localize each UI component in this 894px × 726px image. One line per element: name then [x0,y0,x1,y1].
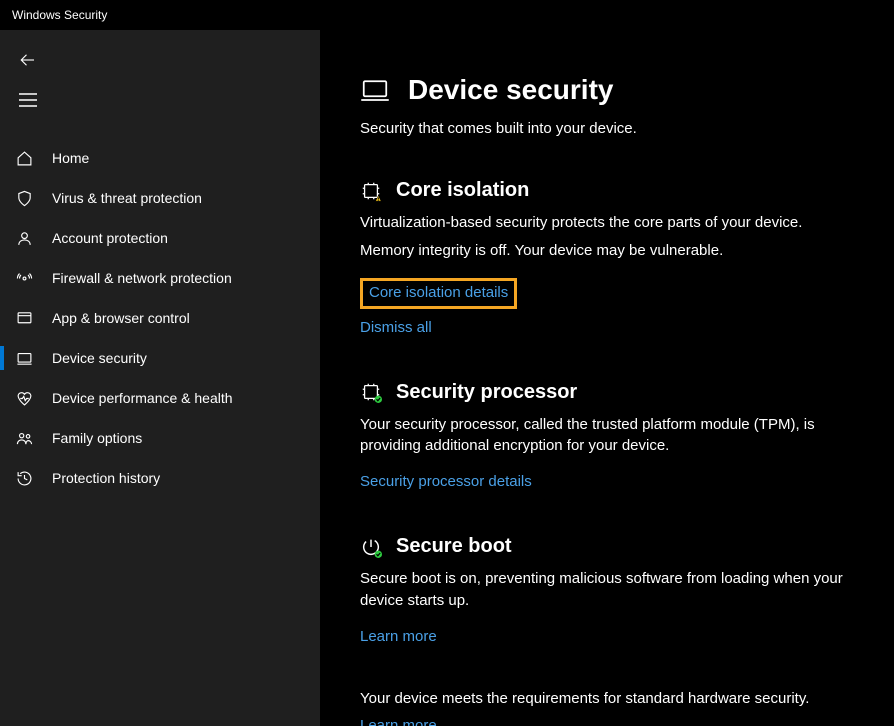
app-browser-icon [16,310,40,327]
family-icon [16,430,40,447]
sidebar-item-history[interactable]: Protection history [0,458,320,498]
back-button[interactable] [6,40,50,80]
device-security-icon [360,75,390,105]
sidebar-item-app-browser[interactable]: App & browser control [0,298,320,338]
page-title: Device security [408,74,613,106]
link-footer-learn-more[interactable]: Learn more [360,717,437,726]
sidebar-top [0,40,320,120]
power-ok-icon [360,536,382,558]
section-body: Memory integrity is off. Your device may… [360,240,854,262]
sidebar-item-virus[interactable]: Virus & threat protection [0,178,320,218]
hamburger-icon [19,93,37,107]
sidebar-item-label: Device security [52,350,147,366]
footer-note: Your device meets the requirements for s… [360,690,854,707]
sidebar-item-home[interactable]: Home [0,138,320,178]
sidebar-item-device-security[interactable]: Device security [0,338,320,378]
sidebar-item-account[interactable]: Account protection [0,218,320,258]
page-header: Device security [360,74,854,106]
sidebar-nav: Home Virus & threat protection Acco [0,138,320,498]
sidebar-item-firewall[interactable]: Firewall & network protection [0,258,320,298]
sidebar: Home Virus & threat protection Acco [0,30,320,726]
sidebar-item-label: Firewall & network protection [52,270,232,286]
page-subtitle: Security that comes built into your devi… [360,120,854,137]
sidebar-item-label: Account protection [52,230,168,246]
home-icon [16,150,40,167]
processor-ok-icon [360,381,382,403]
sidebar-item-label: Protection history [52,470,160,486]
app-title: Windows Security [12,8,107,22]
section-title: Core isolation [396,179,529,202]
link-core-isolation-details[interactable]: Core isolation details [369,284,508,301]
back-arrow-icon [19,51,37,69]
device-security-icon [16,350,40,367]
highlight-box: Core isolation details [360,278,517,309]
sidebar-item-label: App & browser control [52,310,190,326]
workspace: Home Virus & threat protection Acco [0,30,894,726]
section-secure-boot: Secure boot Secure boot is on, preventin… [360,535,854,646]
sidebar-item-label: Device performance & health [52,390,233,406]
processor-warning-icon [360,180,382,202]
section-body: Your security processor, called the trus… [360,414,854,458]
section-title: Secure boot [396,535,512,558]
person-icon [16,230,40,247]
section-core-isolation: Core isolation Virtualization-based secu… [360,179,854,337]
main-content: Device security Security that comes buil… [320,30,894,726]
section-title: Security processor [396,381,577,404]
network-icon [16,270,40,287]
history-icon [16,470,40,487]
titlebar: Windows Security [0,0,894,30]
sidebar-item-label: Virus & threat protection [52,190,202,206]
section-footer: Your device meets the requirements for s… [360,690,854,726]
link-secure-boot-learn-more[interactable]: Learn more [360,628,437,645]
link-security-processor-details[interactable]: Security processor details [360,473,532,490]
link-dismiss-all[interactable]: Dismiss all [360,319,432,336]
shield-icon [16,190,40,207]
sidebar-item-performance[interactable]: Device performance & health [0,378,320,418]
sidebar-item-family[interactable]: Family options [0,418,320,458]
section-body: Virtualization-based security protects t… [360,212,854,234]
hamburger-button[interactable] [6,80,50,120]
section-body: Secure boot is on, preventing malicious … [360,568,854,612]
section-security-processor: Security processor Your security process… [360,381,854,492]
heart-icon [16,390,40,407]
sidebar-item-label: Home [52,150,89,166]
sidebar-item-label: Family options [52,430,142,446]
